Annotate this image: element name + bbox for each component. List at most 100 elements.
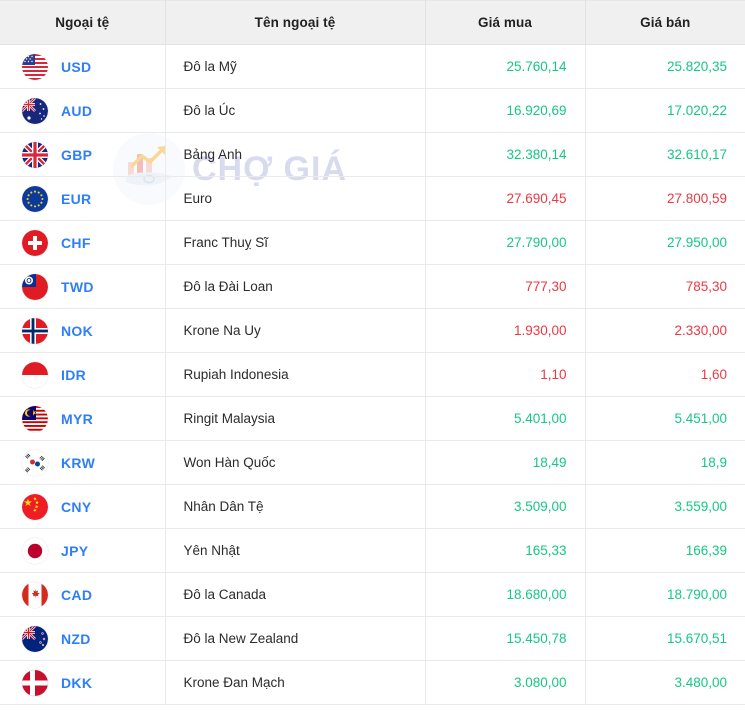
currency-name-cell: Bảng Anh — [165, 133, 425, 177]
column-header-sell-price[interactable]: Giá bán — [585, 1, 745, 45]
currency-code-cell: MYR — [0, 397, 165, 441]
buy-price-cell: 25.760,14 — [425, 45, 585, 89]
flag-nz-icon — [22, 626, 48, 652]
column-header-currency-code[interactable]: Ngoại tệ — [0, 1, 165, 45]
table-row[interactable]: NOK Krone Na Uy1.930,002.330,00 — [0, 309, 745, 353]
table-row[interactable]: DKKKrone Đan Mạch3.080,003.480,00 — [0, 661, 745, 705]
currency-code-cell: GBP — [0, 133, 165, 177]
currency-name-cell: Đô la Mỹ — [165, 45, 425, 89]
sell-price-cell: 18.790,00 — [585, 573, 745, 617]
currency-code-label: USD — [61, 59, 91, 75]
currency-code-cell: CHF — [0, 221, 165, 265]
currency-code-label: IDR — [61, 367, 86, 383]
buy-price-cell: 15.450,78 — [425, 617, 585, 661]
sell-price-cell: 1,60 — [585, 353, 745, 397]
currency-name-cell: Euro — [165, 177, 425, 221]
currency-code-label: AUD — [61, 103, 92, 119]
currency-name-cell: Đô la Đài Loan — [165, 265, 425, 309]
currency-code-label: CNY — [61, 499, 91, 515]
currency-name-cell: Ringit Malaysia — [165, 397, 425, 441]
column-header-currency-name[interactable]: Tên ngoại tệ — [165, 1, 425, 45]
currency-code-cell: CNY — [0, 485, 165, 529]
currency-name-cell: Rupiah Indonesia — [165, 353, 425, 397]
buy-price-cell: 1.930,00 — [425, 309, 585, 353]
buy-price-cell: 16.920,69 — [425, 89, 585, 133]
sell-price-cell: 166,39 — [585, 529, 745, 573]
table-row[interactable]: AUDĐô la Úc16.920,6917.020,22 — [0, 89, 745, 133]
table-row[interactable]: CNYNhân Dân Tệ3.509,003.559,00 — [0, 485, 745, 529]
flag-my-icon — [22, 406, 48, 432]
buy-price-cell: 1,10 — [425, 353, 585, 397]
flag-au-icon — [22, 98, 48, 124]
currency-code-cell: NZD — [0, 617, 165, 661]
currency-name-cell: Yên Nhật — [165, 529, 425, 573]
currency-name-cell: Nhân Dân Tệ — [165, 485, 425, 529]
currency-code-label: KRW — [61, 455, 95, 471]
currency-code-cell: NOK — [0, 309, 165, 353]
table-row[interactable]: MYR Ringit Malaysia5.401,005.451,00 — [0, 397, 745, 441]
sell-price-cell: 3.480,00 — [585, 661, 745, 705]
currency-code-cell: JPY — [0, 529, 165, 573]
sell-price-cell: 5.451,00 — [585, 397, 745, 441]
table-row[interactable]: CAD Đô la Canada18.680,0018.790,00 — [0, 573, 745, 617]
currency-code-label: NOK — [61, 323, 93, 339]
flag-cn-icon — [22, 494, 48, 520]
table-row[interactable]: CHF Franc Thuỵ Sĩ27.790,0027.950,00 — [0, 221, 745, 265]
column-header-buy-price[interactable]: Giá mua — [425, 1, 585, 45]
buy-price-cell: 5.401,00 — [425, 397, 585, 441]
flag-gb-icon — [22, 142, 48, 168]
currency-code-label: DKK — [61, 675, 92, 691]
buy-price-cell: 18.680,00 — [425, 573, 585, 617]
currency-code-cell: USD — [0, 45, 165, 89]
table-row[interactable]: TWD Đô la Đài Loan777,30785,30 — [0, 265, 745, 309]
table-row[interactable]: IDR Rupiah Indonesia1,101,60 — [0, 353, 745, 397]
buy-price-cell: 32.380,14 — [425, 133, 585, 177]
currency-code-label: GBP — [61, 147, 92, 163]
table-row[interactable]: EUR Euro27.690,4527.800,59 — [0, 177, 745, 221]
sell-price-cell: 27.800,59 — [585, 177, 745, 221]
currency-code-label: EUR — [61, 191, 91, 207]
currency-name-cell: Won Hàn Quốc — [165, 441, 425, 485]
sell-price-cell: 32.610,17 — [585, 133, 745, 177]
sell-price-cell: 25.820,35 — [585, 45, 745, 89]
flag-kr-icon — [22, 450, 48, 476]
currency-code-cell: AUD — [0, 89, 165, 133]
flag-us-icon — [22, 54, 48, 80]
buy-price-cell: 165,33 — [425, 529, 585, 573]
flag-tw-icon — [22, 274, 48, 300]
currency-code-cell: CAD — [0, 573, 165, 617]
table-row[interactable]: USD Đô la Mỹ25.760,1425.820,35 — [0, 45, 745, 89]
flag-id-icon — [22, 362, 48, 388]
sell-price-cell: 785,30 — [585, 265, 745, 309]
buy-price-cell: 27.790,00 — [425, 221, 585, 265]
sell-price-cell: 3.559,00 — [585, 485, 745, 529]
flag-ca-icon — [22, 582, 48, 608]
table-row[interactable]: GBP Bảng Anh32.380,1432.610,17 — [0, 133, 745, 177]
buy-price-cell: 27.690,45 — [425, 177, 585, 221]
table-row[interactable]: NZDĐô la New Zealand15.450,7815.670,51 — [0, 617, 745, 661]
currency-name-cell: Franc Thuỵ Sĩ — [165, 221, 425, 265]
currency-code-cell: TWD — [0, 265, 165, 309]
sell-price-cell: 18,9 — [585, 441, 745, 485]
table-row[interactable]: JPYYên Nhật165,33166,39 — [0, 529, 745, 573]
flag-no-icon — [22, 318, 48, 344]
currency-code-cell: DKK — [0, 661, 165, 705]
currency-code-label: CAD — [61, 587, 92, 603]
table-header-row: Ngoại tệ Tên ngoại tệ Giá mua Giá bán — [0, 1, 745, 45]
currency-code-label: CHF — [61, 235, 91, 251]
buy-price-cell: 3.080,00 — [425, 661, 585, 705]
currency-code-cell: KRW — [0, 441, 165, 485]
table-body: USD Đô la Mỹ25.760,1425.820,35 AUD Đô la Úc… — [0, 45, 745, 705]
currency-name-cell: Đô la Canada — [165, 573, 425, 617]
buy-price-cell: 777,30 — [425, 265, 585, 309]
sell-price-cell: 2.330,00 — [585, 309, 745, 353]
table-row[interactable]: KRWWon Hàn Quốc18,4918,9 — [0, 441, 745, 485]
currency-name-cell: Krone Na Uy — [165, 309, 425, 353]
flag-jp-icon — [22, 538, 48, 564]
currency-code-label: MYR — [61, 411, 93, 427]
sell-price-cell: 27.950,00 — [585, 221, 745, 265]
currency-name-cell: Đô la Úc — [165, 89, 425, 133]
currency-code-label: TWD — [61, 279, 94, 295]
flag-ch-icon — [22, 230, 48, 256]
sell-price-cell: 15.670,51 — [585, 617, 745, 661]
